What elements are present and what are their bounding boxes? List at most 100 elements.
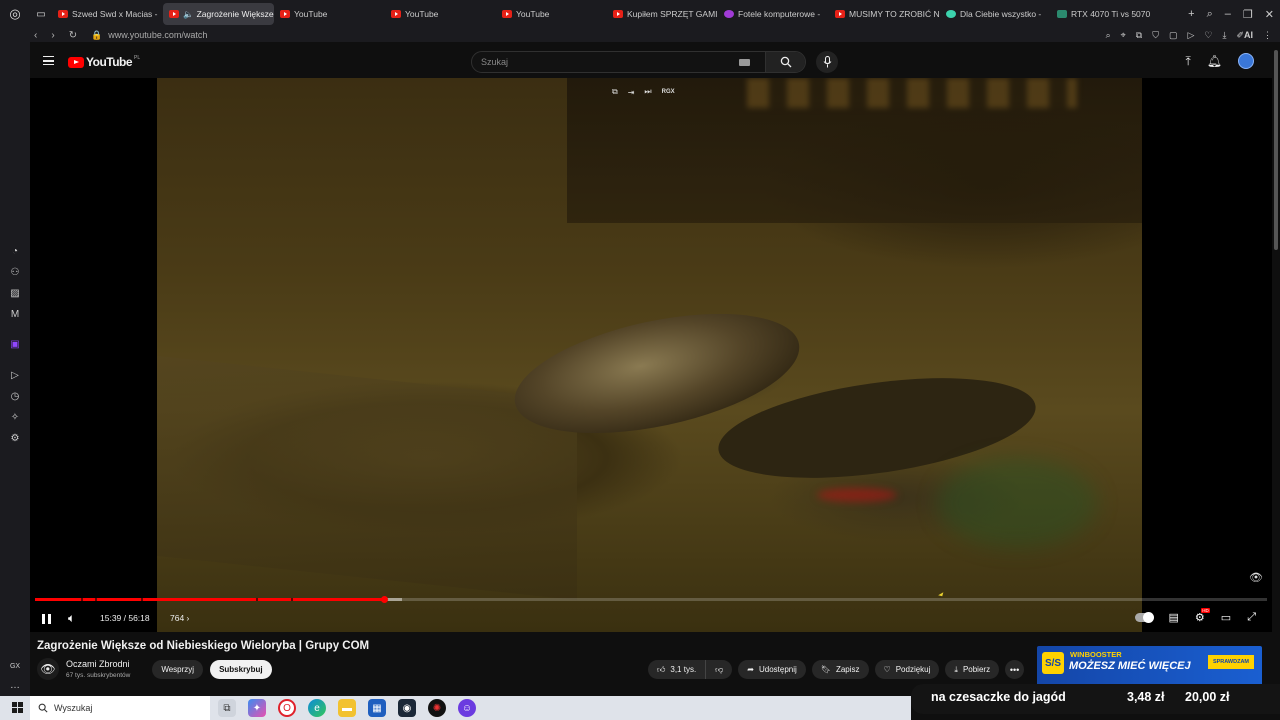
channel-name[interactable]: Oczami Zbrodni	[66, 659, 130, 669]
avatar[interactable]	[1238, 53, 1254, 69]
browser-sidebar: ◔ ⚇ ▨ M ▣ ▷ ◷ ✧ ⚙ GX …	[0, 42, 30, 696]
youtube-icon	[835, 10, 845, 18]
discord-icon[interactable]: ☺	[458, 699, 476, 717]
download-button[interactable]: ⤓ Pobierz	[945, 660, 1000, 679]
pin-icon[interactable]: ⌖	[1121, 30, 1126, 41]
tab-4[interactable]: YouTube	[496, 3, 607, 25]
ad-banner[interactable]: S/S WINBOOSTER MOŻESZ MIEĆ WIĘCEJ SPRAWD…	[1037, 646, 1262, 686]
share-button[interactable]: ➦ Udostępnij	[738, 660, 806, 679]
popout-icon[interactable]: ⧉	[612, 87, 618, 97]
snapshot-icon[interactable]: ▢	[1169, 30, 1178, 41]
gx-control-icon[interactable]: ◔	[9, 246, 21, 258]
pause-icon[interactable]	[42, 614, 51, 624]
thanks-button[interactable]: ♡ Podziękuj	[874, 660, 940, 679]
url-field[interactable]: 🔒 www.youtube.com/watch	[91, 30, 207, 41]
player-sidebar-icon[interactable]: ▷	[9, 370, 21, 382]
scene-keyboard	[157, 355, 577, 601]
save-button[interactable]: 🔖︎ Zapisz	[811, 660, 869, 679]
fullscreen-icon[interactable]: ⤢	[1247, 611, 1256, 624]
close-icon[interactable]: ✕	[1265, 8, 1274, 21]
copilot-icon[interactable]: ✦	[248, 699, 266, 717]
sidebar-more-icon[interactable]: …	[9, 680, 21, 692]
voice-search-button[interactable]	[816, 51, 838, 73]
keyboard-icon[interactable]	[739, 59, 750, 66]
minimize-icon[interactable]: –	[1225, 8, 1231, 20]
game-app-icon[interactable]: ✺	[428, 699, 446, 717]
heart-icon[interactable]: ♡	[1204, 30, 1212, 41]
new-tab-icon[interactable]: +	[1188, 8, 1194, 20]
settings-gear-icon[interactable]: ⚙ HD	[1195, 608, 1210, 624]
progress-bar[interactable]	[35, 596, 1267, 603]
tab-5[interactable]: Kupiłem SPRZĘT GAMI	[607, 3, 718, 25]
opera-icon[interactable]: O	[278, 699, 296, 717]
tab-1[interactable]: 🔈 Zagrożenie Większe	[163, 3, 274, 25]
tab-3[interactable]: YouTube	[385, 3, 496, 25]
ai-button[interactable]: ✐AI	[1236, 30, 1253, 41]
subscribe-button[interactable]: Subskrybuj	[210, 659, 272, 679]
search-tabs-icon[interactable]: ⌕	[1207, 8, 1213, 21]
like-button[interactable]: 👍︎ 3,1 tys.	[648, 660, 707, 679]
page-scrollbar[interactable]	[1274, 50, 1278, 250]
task-view-icon[interactable]: ⧉	[218, 699, 236, 717]
next-video-icon[interactable]: ⏭	[644, 87, 651, 97]
tab-8[interactable]: Dla Ciebie wszystko -	[940, 3, 1051, 25]
settings-icon[interactable]: ⚙	[9, 433, 21, 445]
tab-0[interactable]: Szwed Swd x Macias -	[52, 3, 163, 25]
subtitles-icon[interactable]: ▤	[1169, 611, 1179, 624]
extensions-icon[interactable]: ⧉	[1136, 30, 1142, 41]
chapter-button[interactable]: 764 ›	[170, 613, 189, 623]
browser-menu-icon[interactable]: ⋮	[1263, 30, 1272, 41]
tab-2[interactable]: YouTube	[274, 3, 385, 25]
search-input[interactable]: Szukaj	[481, 57, 508, 67]
file-explorer-icon[interactable]: ▬	[338, 699, 356, 717]
taskbar-apps: ⧉ ✦ O e ▬ ▦ ◉ ✺ ☺	[218, 699, 476, 717]
ad-cta-button[interactable]: SPRAWDZAM	[1207, 655, 1254, 669]
dislike-button[interactable]: 👎︎	[706, 660, 732, 679]
store-icon[interactable]: ▦	[368, 699, 386, 717]
windows-start-icon[interactable]	[12, 702, 23, 713]
scrubber-handle[interactable]	[380, 596, 388, 603]
zoom-icon[interactable]: ⌕	[1106, 30, 1111, 41]
youtube-logo[interactable]: YouTube PL	[68, 55, 140, 69]
shield-icon[interactable]: ⛉	[1152, 30, 1159, 41]
notifications-bell-icon[interactable]: 🔔︎	[1207, 54, 1222, 68]
tab-9[interactable]: RTX 4070 Ti vs 5070	[1051, 3, 1151, 25]
history-icon[interactable]: ◷	[9, 391, 21, 403]
eye-icon[interactable]: 👁︎	[1249, 571, 1263, 584]
maximize-icon[interactable]: ❐	[1243, 8, 1253, 21]
tab-menu-icon[interactable]: ▭	[30, 0, 52, 28]
more-actions-button[interactable]: •••	[1005, 660, 1025, 679]
edge-icon[interactable]: e	[308, 699, 326, 717]
rgx-label[interactable]: RGX	[662, 89, 675, 95]
player-icon[interactable]: ▷	[1187, 30, 1194, 41]
taskbar-search[interactable]: Wyszukaj	[30, 696, 210, 720]
reload-icon[interactable]: ↻	[69, 30, 77, 41]
header-actions: ⤒ 🔔︎	[1185, 53, 1254, 69]
tab-7[interactable]: MUSIMY TO ZROBIĆ N	[829, 3, 940, 25]
download-icon[interactable]: ⤓	[1222, 30, 1226, 41]
opera-gx-logo-icon[interactable]: ◎	[0, 0, 30, 28]
extensions-sidebar-icon[interactable]: ✧	[9, 412, 21, 424]
search-box[interactable]: Szukaj	[471, 51, 806, 73]
steam-icon[interactable]: ◉	[398, 699, 416, 717]
miniplayer-icon[interactable]: ▭	[1221, 611, 1231, 624]
support-button[interactable]: Wesprzyj	[152, 659, 204, 679]
volume-icon[interactable]: 🔈︎	[68, 611, 75, 626]
messenger-icon[interactable]: M	[9, 309, 21, 321]
back-icon[interactable]: ‹	[34, 30, 37, 41]
forward-icon[interactable]: ›	[51, 30, 54, 41]
channel-avatar[interactable]: 👁︎	[37, 658, 59, 680]
search-button[interactable]	[765, 52, 805, 72]
exit-icon[interactable]: ⇥	[628, 88, 635, 97]
autoplay-toggle[interactable]	[1134, 612, 1154, 623]
overlay-price-2: 20,00 zł	[1185, 690, 1230, 704]
search-icon	[780, 56, 791, 68]
upload-icon[interactable]: ⤒	[1185, 54, 1190, 69]
price-overlay-popup[interactable]: na czesaczke do jagód 3,48 zł 20,00 zł	[911, 684, 1280, 714]
tab-6[interactable]: Fotele komputerowe -	[718, 3, 829, 25]
video-player[interactable]: ⧉ ⇥ ⏭ RGX 👁︎ 🔈︎ 15:39 / 56:18 764 › ▤ ⚙ H…	[30, 78, 1272, 632]
twitch-icon[interactable]: ▣	[9, 339, 21, 351]
hamburger-menu-icon[interactable]	[43, 56, 54, 65]
gx-cleaner-icon[interactable]: ⚇	[9, 267, 21, 279]
gx-hot-tabs-icon[interactable]: ▨	[9, 288, 21, 300]
